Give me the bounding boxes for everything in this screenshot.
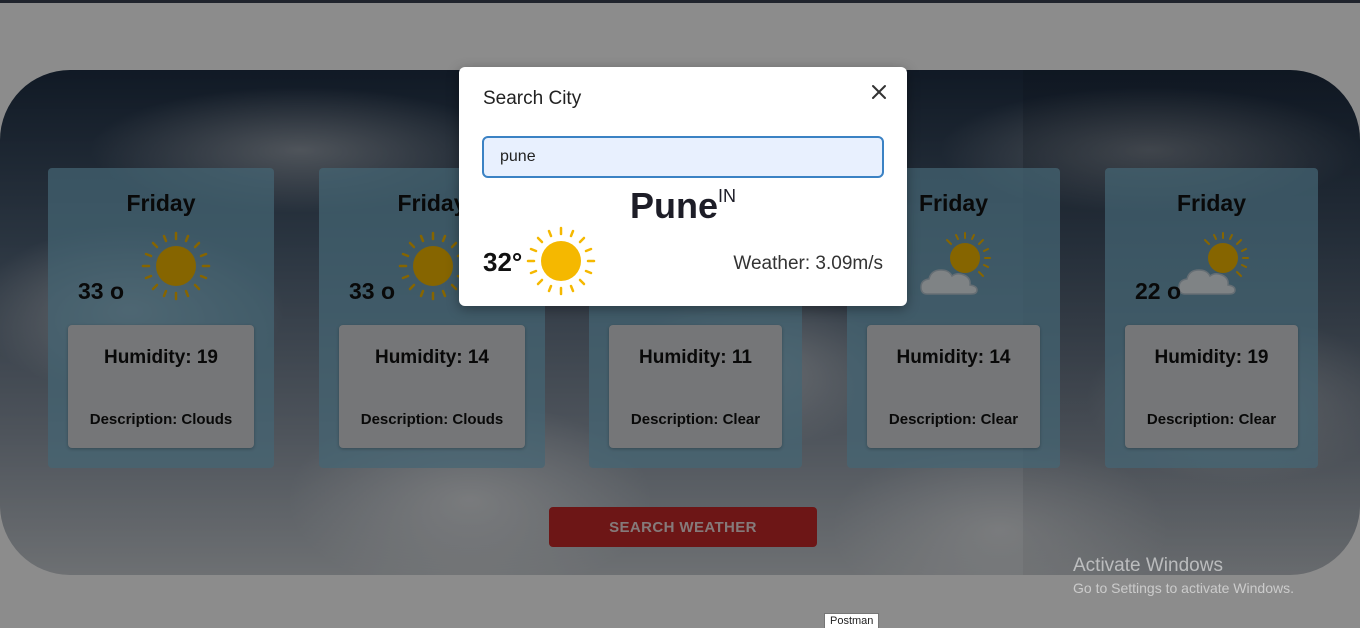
search-city-modal: Search City PuneIN 32° Weather: 3.09m/s (459, 67, 907, 306)
close-button[interactable] (867, 80, 891, 104)
watermark-subtitle: Go to Settings to activate Windows. (1073, 580, 1294, 596)
city-search-input[interactable] (482, 136, 884, 178)
taskbar-tooltip: Postman (824, 613, 880, 628)
sun-icon (525, 225, 597, 302)
country-code: IN (718, 186, 736, 206)
city-name: Pune (629, 185, 718, 226)
city-result: PuneIN (459, 185, 907, 227)
wind-speed-text: Weather: 3.09m/s (733, 253, 883, 274)
modal-title: Search City (483, 88, 582, 109)
activate-windows-watermark: Activate Windows Go to Settings to activ… (1073, 555, 1294, 596)
watermark-title: Activate Windows (1073, 555, 1223, 576)
result-temperature: 32° (483, 247, 523, 277)
close-icon (872, 85, 886, 99)
